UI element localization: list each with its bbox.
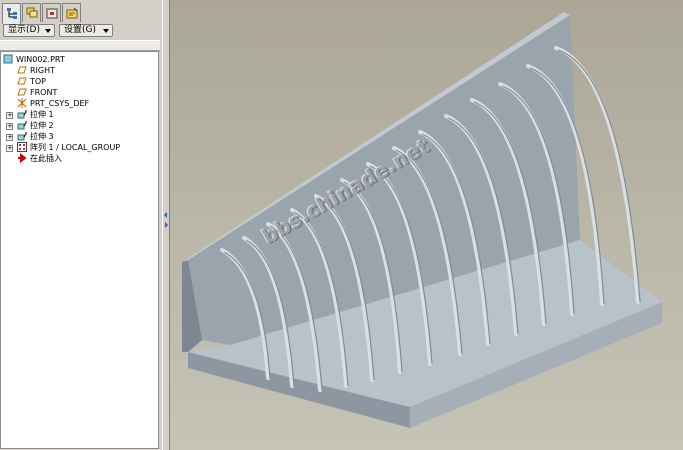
tree-item-label: PRT_CSYS_DEF — [30, 99, 90, 108]
tree-item-part[interactable]: WIN002.PRT — [3, 54, 65, 65]
tree-item-label: WIN002.PRT — [16, 55, 65, 64]
tree-item-label: 阵列 1 / LOCAL_GROUP — [30, 143, 121, 152]
tree-item-label: FRONT — [30, 88, 58, 97]
insert-here-arrow-icon — [17, 153, 27, 163]
tree-item-extrude-2[interactable]: 拉伸 2 — [17, 120, 54, 131]
expand-toggle[interactable]: + — [6, 123, 13, 130]
tab-favorites[interactable] — [62, 3, 81, 22]
navigator-panel: 显示(D) 设置(G) WIN002.PRT RIGHT TOP FRONT P… — [0, 0, 162, 450]
model-tree-icon — [7, 8, 17, 19]
tree-item-label: 在此插入 — [30, 154, 62, 163]
tree-item-label: RIGHT — [30, 66, 56, 75]
part-icon — [3, 54, 13, 64]
favorites-icon — [66, 7, 78, 19]
tree-item-insert-here[interactable]: 在此插入 — [17, 153, 62, 164]
expand-toggle[interactable]: + — [6, 112, 13, 119]
tree-item-extrude-3[interactable]: 拉伸 3 — [17, 131, 54, 142]
coordinate-system-icon — [17, 98, 27, 108]
show-dropdown-button[interactable]: 显示(D) — [3, 24, 55, 37]
expand-toggle[interactable]: + — [6, 145, 13, 152]
extrude-icon — [17, 131, 27, 141]
settings-dropdown-button[interactable]: 设置(G) — [59, 24, 113, 37]
datum-plane-icon — [17, 76, 27, 86]
navigator-tabs — [2, 3, 160, 24]
chevron-down-icon — [45, 29, 51, 33]
tab-layers[interactable] — [22, 3, 41, 22]
layers-icon — [26, 7, 38, 18]
datum-plane-icon — [17, 65, 27, 75]
tree-item-top[interactable]: TOP — [17, 76, 46, 87]
tree-item-label: 拉伸 3 — [30, 132, 54, 141]
tree-item-right[interactable]: RIGHT — [17, 65, 55, 76]
pattern-icon — [17, 142, 27, 152]
chevron-down-icon — [103, 29, 109, 33]
tab-model-tree[interactable] — [2, 3, 21, 24]
tab-folder-browser[interactable] — [42, 3, 61, 22]
collapse-arrows-icon[interactable] — [163, 210, 169, 230]
folder-browser-icon — [46, 8, 58, 19]
extrude-icon — [17, 109, 27, 119]
model-tree: WIN002.PRT RIGHT TOP FRONT PRT_CSYS_DEF … — [0, 51, 159, 449]
tree-toolbar: 显示(D) 设置(G) — [0, 23, 162, 39]
tree-item-label: 拉伸 1 — [30, 110, 54, 119]
settings-button-label: 设置(G) — [64, 25, 96, 35]
tree-item-csys[interactable]: PRT_CSYS_DEF — [17, 98, 89, 109]
tree-item-label: 拉伸 2 — [30, 121, 54, 130]
tree-item-pattern-1[interactable]: 阵列 1 / LOCAL_GROUP — [17, 142, 120, 153]
tree-item-front[interactable]: FRONT — [17, 87, 57, 98]
3d-model — [182, 12, 662, 428]
expand-toggle[interactable]: + — [6, 134, 13, 141]
extrude-icon — [17, 120, 27, 130]
graphics-viewport[interactable]: bbs.chinade.net — [170, 0, 683, 450]
tree-header-strip — [0, 40, 160, 51]
show-button-label: 显示(D) — [8, 25, 40, 35]
tree-item-label: TOP — [30, 77, 47, 86]
datum-plane-icon — [17, 87, 27, 97]
tree-item-extrude-1[interactable]: 拉伸 1 — [17, 109, 54, 120]
panel-splitter[interactable] — [162, 0, 170, 450]
